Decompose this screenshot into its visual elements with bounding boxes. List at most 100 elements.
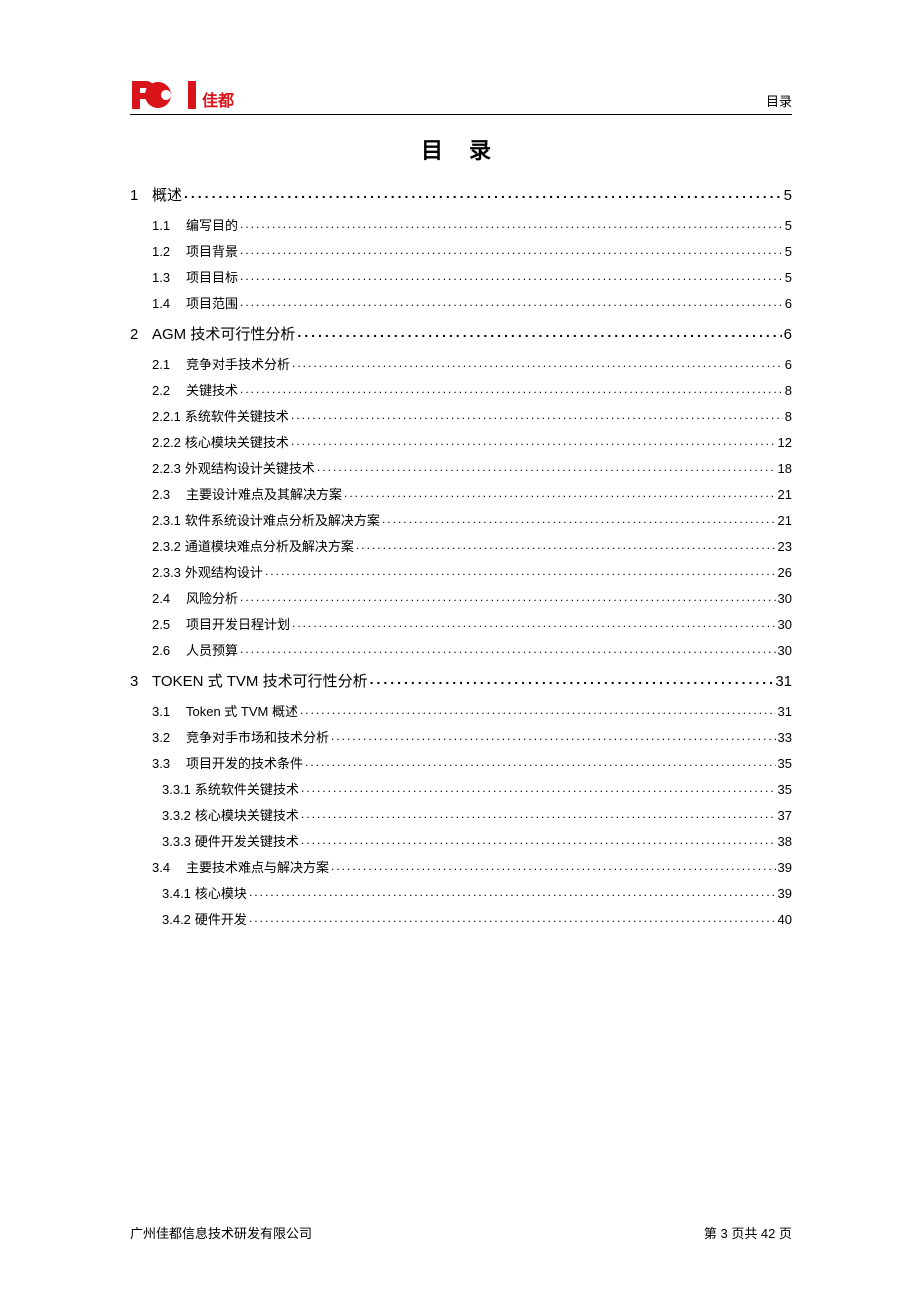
pci-logo-icon: 佳都 [130, 78, 250, 112]
toc-page: 35 [778, 757, 792, 770]
toc-page: 35 [778, 783, 792, 796]
toc-text: 竞争对手市场和技术分析 [186, 731, 329, 744]
toc-entry: 2.1竞争对手技术分析 6 [130, 356, 792, 371]
toc-number: 2.5 [152, 618, 186, 631]
toc-entry: 1.4项目范围6 [130, 295, 792, 310]
toc-entry: 2AGM 技术可行性分析6 [130, 324, 792, 342]
toc-entry: 3.4主要技术难点与解决方案39 [130, 859, 792, 874]
toc-text: 软件系统设计难点分析及解决方案 [185, 514, 380, 527]
company-logo: 佳都 [130, 78, 250, 112]
toc-number: 3.1 [152, 705, 186, 718]
toc-entry: 3.3项目开发的技术条件35 [130, 755, 792, 770]
toc-page: 21 [778, 488, 792, 501]
toc-entry: 3.1Token 式 TVM 概述31 [130, 703, 792, 718]
dot-leader [331, 859, 776, 872]
dot-leader [300, 703, 776, 716]
dot-leader [240, 243, 783, 256]
toc-entry: 2.2.3外观结构设计关键技术18 [130, 460, 792, 475]
toc-number: 3 [130, 674, 152, 689]
toc-text: TOKEN 式 TVM 技术可行性分析 [152, 674, 368, 689]
footer-company: 广州佳都信息技术研发有限公司 [130, 1223, 312, 1242]
toc-page: 5 [785, 271, 792, 284]
toc-entry: 3.3.3硬件开发关键技术38 [130, 833, 792, 848]
toc-number: 3.3.2 [162, 809, 191, 822]
dot-leader [291, 434, 776, 447]
toc-page: 30 [778, 592, 792, 605]
toc-text: 关键技术 [186, 384, 238, 397]
toc-text: 风险分析 [186, 592, 238, 605]
toc-text: Token 式 TVM 概述 [186, 705, 298, 718]
toc-page: 37 [778, 809, 792, 822]
toc-text: 硬件开发 [195, 913, 247, 926]
dot-leader [301, 833, 776, 846]
toc-text: 项目目标 [186, 271, 238, 284]
dot-leader [249, 885, 776, 898]
toc-text: 项目范围 [186, 297, 238, 310]
toc-text: 外观结构设计关键技术 [185, 462, 315, 475]
dot-leader [370, 671, 774, 686]
toc-number: 3.4 [152, 861, 186, 874]
toc-number: 2.2.3 [152, 462, 181, 475]
toc-page: 12 [778, 436, 792, 449]
dot-leader [382, 512, 776, 525]
toc-text: 主要设计难点及其解决方案 [186, 488, 342, 501]
dot-leader [292, 356, 783, 369]
toc-entry: 3.4.1核心模块39 [130, 885, 792, 900]
toc-entry: 3.2竞争对手市场和技术分析33 [130, 729, 792, 744]
document-page: 佳都 目录 目 录 1概述51.1编写目的51.2项目背景51.3项目目标51.… [0, 0, 920, 926]
dot-leader [240, 590, 776, 603]
toc-entry: 2.2.2 核心模块关键技术 12 [130, 434, 792, 449]
toc-number: 2.1 [152, 358, 186, 371]
toc-page: 6 [785, 358, 792, 371]
dot-leader [305, 755, 776, 768]
table-of-contents: 1概述51.1编写目的51.2项目背景51.3项目目标51.4项目范围62AGM… [130, 185, 792, 926]
toc-text: 核心模块 [195, 887, 247, 900]
toc-number: 2.3.1 [152, 514, 181, 527]
dot-leader [291, 408, 783, 421]
toc-text: 主要技术难点与解决方案 [186, 861, 329, 874]
dot-leader [344, 486, 776, 499]
toc-page: 8 [785, 384, 792, 397]
toc-number: 2.2.2 [152, 436, 181, 449]
toc-number: 3.3.3 [162, 835, 191, 848]
toc-number: 1.4 [152, 297, 186, 310]
toc-text: 项目开发日程计划 [186, 618, 290, 631]
dot-leader [356, 538, 776, 551]
toc-number: 2.4 [152, 592, 186, 605]
toc-text: 系统软件关键技术 [185, 410, 289, 423]
toc-entry: 2.4风险分析 30 [130, 590, 792, 605]
toc-number: 2.6 [152, 644, 186, 657]
dot-leader [265, 564, 776, 577]
dot-leader [240, 269, 783, 282]
toc-number: 3.3 [152, 757, 186, 770]
toc-text: 人员预算 [186, 644, 238, 657]
toc-entry: 3.3.2核心模块关键技术37 [130, 807, 792, 822]
toc-page: 31 [775, 674, 792, 689]
toc-entry: 3.4.2硬件开发40 [130, 911, 792, 926]
toc-number: 1.2 [152, 245, 186, 258]
toc-page: 5 [784, 188, 792, 203]
dot-leader [249, 911, 776, 924]
toc-entry: 2.2.1系统软件关键技术8 [130, 408, 792, 423]
toc-text: 系统软件关键技术 [195, 783, 299, 796]
toc-entry: 1.1编写目的5 [130, 217, 792, 232]
toc-text: 核心模块关键技术 [185, 436, 289, 449]
toc-entry: 2.5项目开发日程计划30 [130, 616, 792, 631]
dot-leader [240, 217, 783, 230]
toc-number: 3.3.1 [162, 783, 191, 796]
dot-leader [297, 324, 781, 339]
toc-text: 外观结构设计 [185, 566, 263, 579]
toc-entry: 3.3.1 系统软件关键技术 35 [130, 781, 792, 796]
toc-number: 2.2.1 [152, 410, 181, 423]
toc-page: 21 [778, 514, 792, 527]
toc-text: 竞争对手技术分析 [186, 358, 290, 371]
toc-page: 38 [778, 835, 792, 848]
toc-number: 1.1 [152, 219, 186, 232]
toc-number: 1.3 [152, 271, 186, 284]
footer-page-info: 第 3 页共 42 页 [704, 1223, 792, 1242]
dot-leader [317, 460, 776, 473]
toc-entry: 2.3.3外观结构设计26 [130, 564, 792, 579]
toc-entry: 2.3主要设计难点及其解决方案21 [130, 486, 792, 501]
dot-leader [240, 642, 776, 655]
toc-number: 3.4.1 [162, 887, 191, 900]
